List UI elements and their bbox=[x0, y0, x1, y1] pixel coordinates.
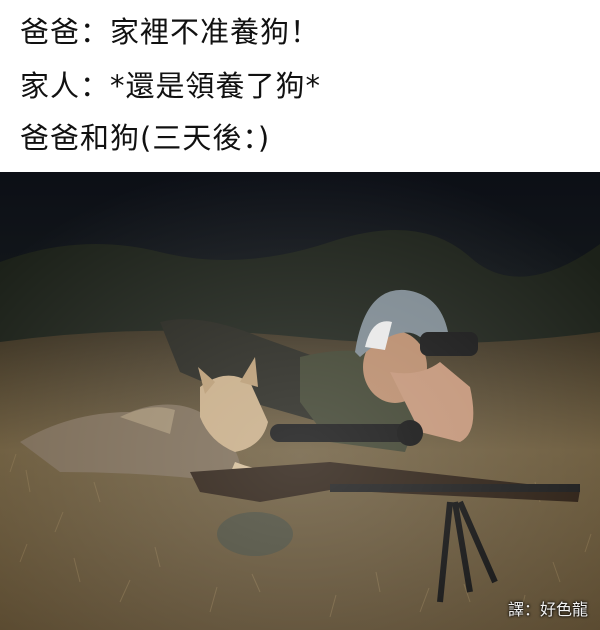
caption-line-2: 家人：*還是領養了狗* bbox=[20, 69, 322, 103]
camera-flash bbox=[0, 172, 600, 630]
translator-credit: 譯：好色龍 bbox=[507, 600, 588, 619]
caption-block: 爸爸：家裡不准養狗！ 家人：*還是領養了狗* 爸爸和狗(三天後：) bbox=[0, 0, 600, 172]
caption-line-3: 爸爸和狗(三天後：) bbox=[20, 121, 271, 155]
photo: 譯：好色龍 bbox=[0, 172, 600, 630]
photo-scene bbox=[0, 172, 600, 630]
caption-line-1: 爸爸：家裡不准養狗！ bbox=[20, 15, 321, 49]
